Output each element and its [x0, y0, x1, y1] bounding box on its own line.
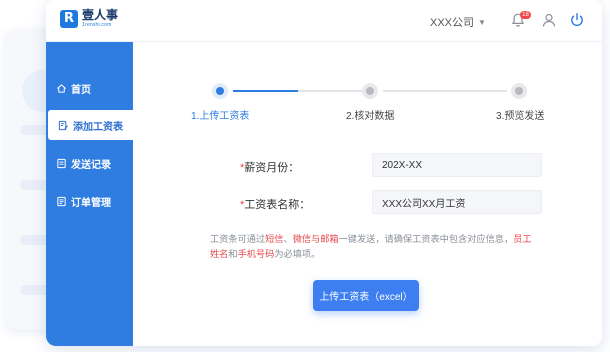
sidebar-item-label: 发送记录: [71, 159, 111, 171]
top-bar: R 壹人事 1renshi.com XXX公司 ▼ 18: [46, 0, 602, 42]
sidebar-item-add-payroll[interactable]: 添加工资表: [48, 110, 133, 140]
main-content: 1.上传工资表 2.核对数据 3.预览发送 *薪资月份： *工资表名称： 工资条…: [133, 42, 602, 346]
step-label-verify: 2.核对数据: [346, 111, 395, 122]
upload-payroll-button[interactable]: 上传工资表（excel）: [313, 280, 419, 311]
step-indicator-preview: [511, 83, 527, 99]
caret-down-icon: ▼: [478, 17, 486, 27]
payroll-name-label: *工资表名称：: [240, 199, 311, 211]
logo-mark: R: [60, 9, 78, 28]
payroll-name-input[interactable]: [372, 190, 542, 214]
step-label-upload: 1.上传工资表: [191, 111, 250, 122]
edit-sheet-icon: [58, 120, 69, 130]
progress-line: [233, 90, 363, 92]
progress-fill: [233, 90, 298, 92]
sidebar-item-label: 首页: [71, 84, 91, 96]
document-icon: [57, 158, 66, 168]
sidebar-item-send-records[interactable]: 发送记录: [46, 148, 133, 178]
sidebar-item-order-management[interactable]: 订单管理: [46, 186, 133, 216]
logo-url: 1renshi.com: [82, 22, 112, 28]
company-name: XXX公司: [430, 17, 475, 29]
user-icon[interactable]: [541, 12, 557, 28]
power-icon[interactable]: [569, 12, 585, 28]
app-logo[interactable]: R 壹人事 1renshi.com: [60, 9, 118, 28]
month-label: *薪资月份：: [240, 162, 300, 174]
step-indicator-upload: [212, 83, 228, 99]
company-selector[interactable]: XXX公司 ▼: [430, 14, 486, 30]
sidebar-item-home[interactable]: 首页: [46, 73, 133, 103]
logo-name: 壹人事: [82, 8, 119, 22]
tip-text: 工资条可通过短信、微信与邮箱一键发送，请确保工资表中包含对应信息，员工姓名和手机…: [210, 234, 532, 259]
progress-line: [383, 90, 507, 92]
order-icon: [57, 196, 66, 206]
sidebar: 首页 添加工资表 发送记录 订单管理: [46, 42, 133, 346]
home-icon: [57, 83, 66, 93]
month-input[interactable]: [372, 153, 542, 177]
sidebar-item-label: 添加工资表: [73, 121, 123, 133]
notification-badge: 18: [520, 11, 531, 19]
step-indicator-verify: [362, 83, 378, 99]
step-label-preview: 3.预览发送: [496, 111, 545, 122]
sidebar-item-label: 订单管理: [71, 197, 111, 209]
app-window: R 壹人事 1renshi.com XXX公司 ▼ 18 首页 添加工资表 发送…: [46, 0, 602, 346]
